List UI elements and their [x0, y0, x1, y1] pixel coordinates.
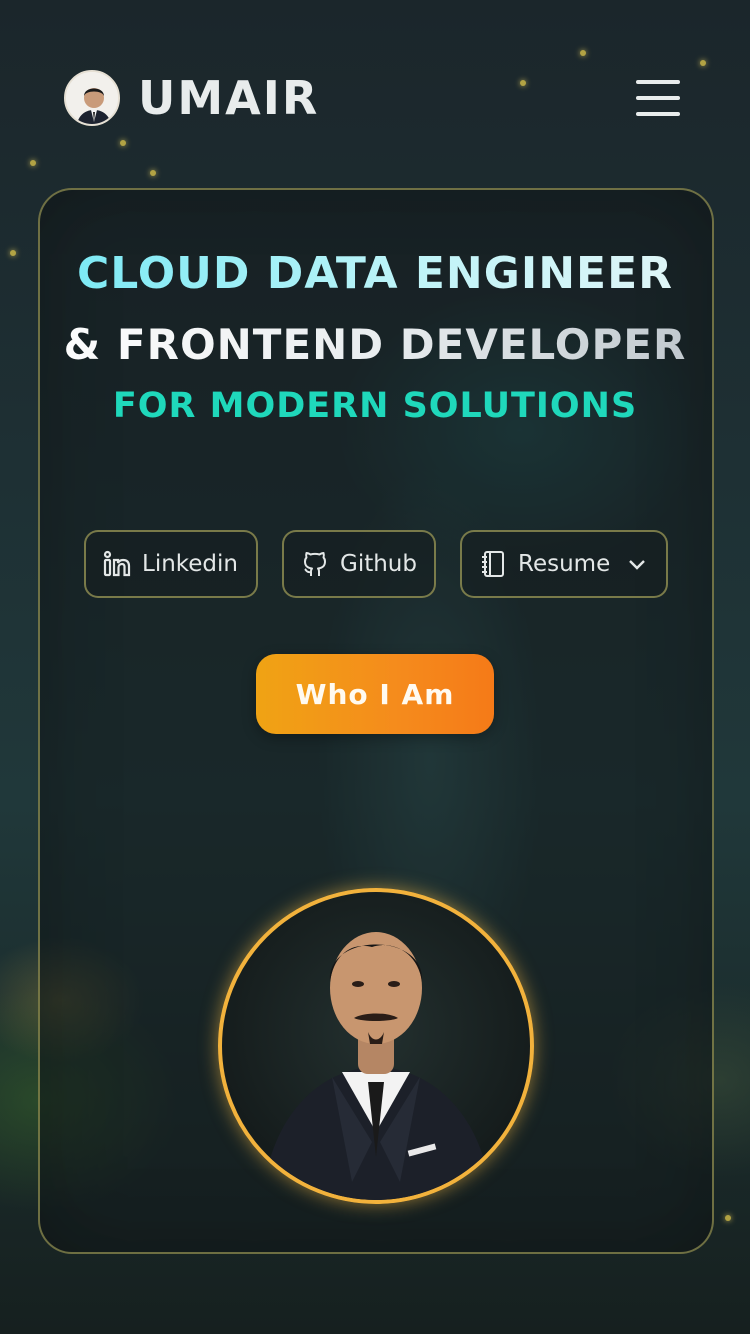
github-icon — [304, 552, 326, 576]
hamburger-menu-icon[interactable] — [636, 80, 680, 116]
linkedin-button[interactable]: Linkedin — [84, 530, 258, 598]
resume-label: Resume — [518, 551, 611, 577]
brand[interactable]: UMAIR — [64, 70, 319, 126]
firefly-sparkle — [30, 160, 36, 166]
hero-subtitle: FOR MODERN SOLUTIONS — [112, 386, 638, 426]
github-button[interactable]: Github — [282, 530, 436, 598]
linkedin-label: Linkedin — [142, 551, 238, 577]
brand-name: UMAIR — [138, 71, 320, 125]
firefly-sparkle — [150, 170, 156, 176]
firefly-sparkle — [120, 140, 126, 146]
profile-photo — [218, 888, 534, 1204]
linkedin-icon — [103, 550, 131, 577]
firefly-sparkle — [725, 1215, 731, 1221]
firefly-sparkle — [700, 60, 706, 66]
hero-title-line-2: & FRONTEND DEVELOPER — [0, 320, 750, 369]
resume-dropdown[interactable]: Resume — [460, 530, 668, 598]
social-links: Linkedin Github Resume — [84, 530, 668, 598]
site-header: UMAIR — [64, 68, 680, 128]
firefly-sparkle — [580, 50, 586, 56]
notebook-icon — [482, 551, 504, 577]
github-label: Github — [340, 551, 417, 577]
avatar — [64, 70, 120, 126]
who-i-am-button[interactable]: Who I Am — [256, 654, 494, 734]
hero-title-line-1: CLOUD DATA ENGINEER — [0, 248, 750, 299]
chevron-down-icon — [629, 560, 646, 570]
